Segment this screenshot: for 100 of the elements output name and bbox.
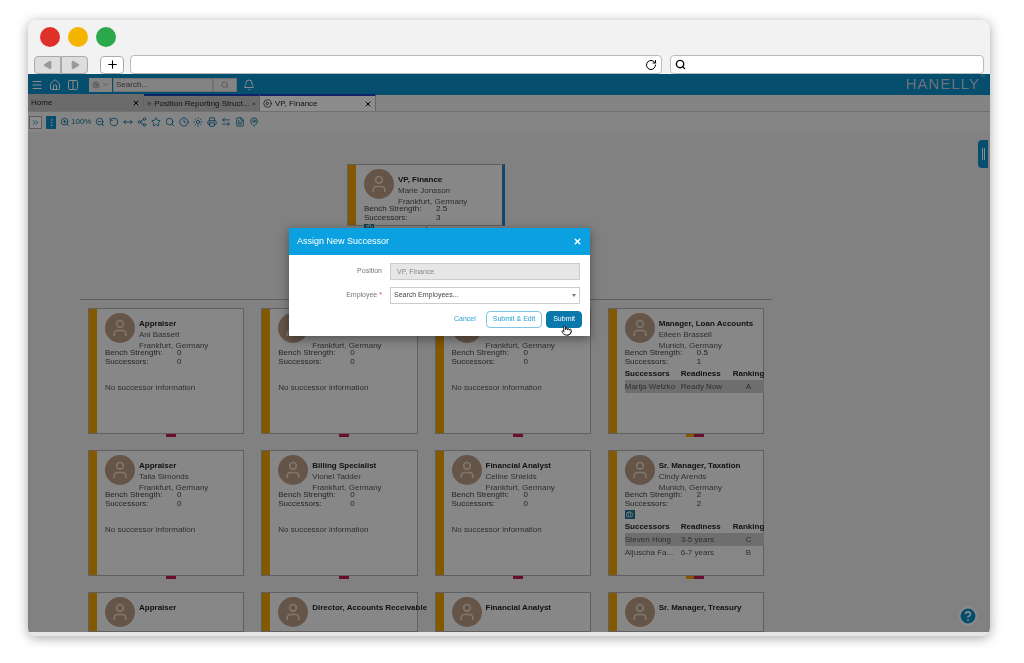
help-icon[interactable] xyxy=(958,606,978,626)
status-bar xyxy=(89,593,97,631)
employee-location: Frankfurt, Germany xyxy=(485,483,555,492)
side-panel-handle[interactable] xyxy=(978,140,988,168)
back-button[interactable] xyxy=(34,55,61,74)
double-chevron-icon xyxy=(31,117,40,127)
search-icon xyxy=(675,59,686,70)
employee-name: Celine Shields xyxy=(485,472,537,481)
field-label: Bench Strength: xyxy=(624,490,683,499)
tab-label: Home xyxy=(31,96,54,109)
close-icon[interactable] xyxy=(364,99,372,108)
successor-row[interactable]: Aljuscha Fa... 6-7 years B xyxy=(624,546,765,559)
status-bar xyxy=(348,165,356,225)
position-title: Manager, Loan Accounts xyxy=(658,319,754,328)
zoom-out-icon[interactable] xyxy=(95,117,106,127)
status-bar xyxy=(262,593,271,631)
forward-button[interactable] xyxy=(61,55,88,74)
fit-width-icon[interactable] xyxy=(123,117,134,127)
position-title: Financial Analyst xyxy=(485,461,551,470)
expand-button[interactable] xyxy=(29,115,42,129)
field-label: Successors: xyxy=(451,357,497,366)
avatar-placeholder xyxy=(451,455,482,485)
empty-note: No successor information xyxy=(278,524,370,536)
field-label: Successors: xyxy=(364,213,409,222)
close-window-icon[interactable] xyxy=(40,27,60,47)
employee-name: Ani Bassett xyxy=(139,330,180,339)
search-input[interactable]: Search... xyxy=(113,77,213,92)
position-title: Appraiser xyxy=(139,319,177,328)
table-cell-text: 6-7 years xyxy=(680,547,716,559)
new-tab-button[interactable] xyxy=(100,55,124,74)
employee-name: Cindy Arends xyxy=(658,472,707,481)
bell-icon[interactable] xyxy=(243,78,255,91)
avatar-placeholder xyxy=(278,455,309,485)
more-button[interactable] xyxy=(46,115,56,129)
document-icon[interactable] xyxy=(235,117,246,127)
empty-note: No successor information xyxy=(278,382,370,394)
field-value: 0 xyxy=(177,499,182,508)
avatar-placeholder xyxy=(364,169,394,199)
position-title: Sr. Manager, Taxation xyxy=(658,461,741,470)
close-icon[interactable] xyxy=(573,237,582,246)
share-icon[interactable] xyxy=(137,117,148,127)
avatar-placeholder xyxy=(624,455,655,485)
tab[interactable]: Home xyxy=(28,94,144,111)
employee-location: Frankfurt, Germany xyxy=(398,197,468,206)
home-icon[interactable] xyxy=(49,78,61,91)
field-value: 0 xyxy=(350,357,355,366)
employee-name: Talia Simonds xyxy=(139,472,189,481)
gear-icon xyxy=(92,80,100,89)
print-icon[interactable] xyxy=(207,117,218,127)
tab[interactable]: Position Reporting Struct... xyxy=(144,94,260,111)
column-header: Successors xyxy=(624,521,671,533)
connector-mark xyxy=(685,576,704,579)
field-value: 0 xyxy=(523,490,528,499)
tab-label: Position Reporting Struct... xyxy=(154,97,250,110)
search-button[interactable] xyxy=(213,77,237,92)
employee-location: Munich, Germany xyxy=(658,341,722,350)
close-icon[interactable] xyxy=(132,98,140,107)
search-field[interactable] xyxy=(670,55,984,74)
panel-icon[interactable] xyxy=(67,78,79,91)
employee-location: Munich, Germany xyxy=(658,483,722,492)
field-label: Successors: xyxy=(624,499,670,508)
avatar-placeholder xyxy=(624,597,655,627)
tab[interactable]: VP, Finance xyxy=(260,94,376,111)
clock-icon[interactable] xyxy=(179,117,190,127)
field-label: Successors: xyxy=(451,499,497,508)
menu-icon[interactable] xyxy=(31,78,43,91)
position-title: Billing Specialist xyxy=(312,461,377,470)
field-value: 0 xyxy=(523,348,528,357)
column-header: Successors xyxy=(624,368,671,380)
sun-icon[interactable] xyxy=(193,117,204,127)
search-icon xyxy=(221,80,229,89)
avatar-placeholder xyxy=(451,597,482,627)
rotate-icon[interactable] xyxy=(109,117,120,127)
reload-icon[interactable] xyxy=(645,58,657,71)
minimize-window-icon[interactable] xyxy=(68,27,88,47)
employee-name: Vionel Tadder xyxy=(312,472,361,481)
field-label: Bench Strength: xyxy=(364,204,422,213)
field-value: 0 xyxy=(177,490,182,499)
field-value: 0 xyxy=(350,348,355,357)
maximize-window-icon[interactable] xyxy=(96,27,116,47)
pin-icon[interactable] xyxy=(249,117,260,127)
zoom-in-icon[interactable] xyxy=(60,117,70,127)
position-title: VP, Finance xyxy=(398,175,443,184)
employee-location: Frankfurt, Germany xyxy=(312,483,382,492)
search-icon[interactable] xyxy=(165,117,176,127)
status-bar xyxy=(435,593,444,631)
empty-note: No successor information xyxy=(105,524,197,536)
table-cell-text: B xyxy=(744,547,753,559)
empty-note: No successor information xyxy=(105,382,197,394)
swap-icon[interactable] xyxy=(221,117,232,127)
employee-location: Frankfurt, Germany xyxy=(485,341,555,350)
position-title: Appraiser xyxy=(139,603,177,612)
star-icon[interactable] xyxy=(151,117,162,127)
connector-mark xyxy=(339,434,350,437)
field-label: Bench Strength: xyxy=(624,348,683,357)
field-value: 2.5 xyxy=(436,204,448,213)
field-value: 1 xyxy=(696,357,702,366)
connector-mark xyxy=(166,434,177,437)
address-field[interactable] xyxy=(130,55,662,74)
column-header: Ranking xyxy=(732,521,765,533)
